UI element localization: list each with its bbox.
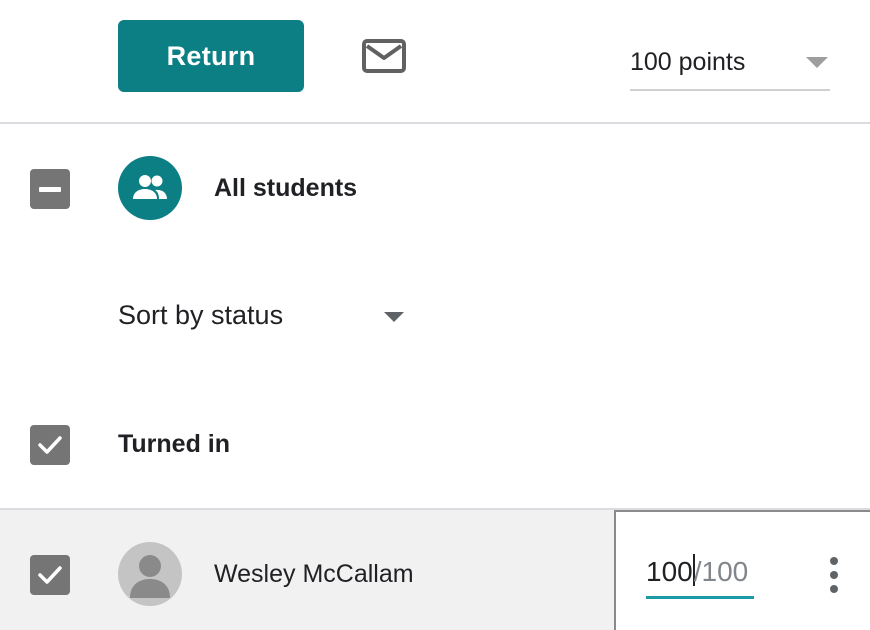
divider [0, 122, 870, 124]
turned-in-checkbox[interactable] [30, 425, 70, 465]
student-checkbox[interactable] [30, 555, 70, 595]
group-avatar [118, 156, 182, 220]
sort-label: Sort by status [118, 300, 284, 330]
avatar [118, 542, 182, 606]
minus-icon [39, 186, 61, 192]
person-icon [130, 555, 170, 598]
points-value: 100 points [630, 48, 746, 76]
group-icon [133, 175, 167, 199]
chevron-down-icon [806, 57, 828, 68]
student-name: Wesley McCallam [214, 560, 414, 588]
select-all-checkbox[interactable] [30, 169, 70, 209]
section-label: Turned in [118, 430, 231, 458]
sort-dropdown[interactable]: Sort by status [118, 296, 408, 338]
chevron-down-icon [384, 312, 404, 322]
more-options-icon[interactable] [822, 553, 846, 597]
points-dropdown[interactable]: 100 points [630, 40, 830, 91]
check-icon [38, 436, 62, 454]
grade-denominator: /100 [693, 556, 749, 587]
grade-input[interactable]: 100/100 [646, 552, 754, 599]
check-icon [38, 566, 62, 584]
grade-value: 100 [646, 556, 693, 587]
return-button[interactable]: Return [118, 20, 304, 92]
all-students-label: All students [214, 174, 358, 202]
mail-icon[interactable] [361, 38, 407, 74]
